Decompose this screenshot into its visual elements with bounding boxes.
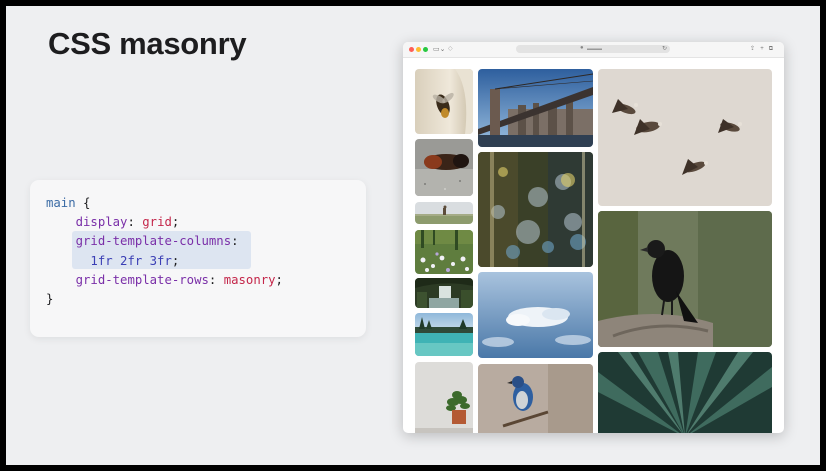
- browser-toolbar: ▭⌄ ◇ ● ▬▬▬ ↻ ⇪+⧉: [403, 42, 784, 58]
- code-property: grid-template-columns: [75, 234, 232, 249]
- photo-jay[interactable]: [478, 364, 593, 433]
- sidebar-icon[interactable]: ▭⌄: [433, 45, 445, 53]
- tabs-icon[interactable]: ⧉: [769, 46, 778, 52]
- photo-agave[interactable]: [598, 352, 772, 433]
- plus-icon[interactable]: +: [760, 46, 769, 52]
- code-property: grid-template-rows: [75, 272, 209, 287]
- url-placeholder: ▬▬▬: [587, 46, 602, 52]
- code-property: display: [75, 215, 128, 230]
- code-value: masonry: [223, 272, 276, 287]
- reload-icon[interactable]: ↻: [662, 45, 667, 52]
- code-close-brace: }: [46, 291, 54, 306]
- photo-waterfall[interactable]: [415, 278, 473, 308]
- photo-bokeh[interactable]: [478, 152, 593, 267]
- photo-lake[interactable]: [415, 313, 473, 356]
- code-line-columns: grid-template-columns:: [75, 234, 239, 249]
- code-card: main { display: grid; grid-template-colu…: [30, 180, 366, 337]
- photo-bridge[interactable]: [478, 69, 593, 147]
- code-line-close: }: [46, 290, 283, 309]
- code-value: grid: [142, 215, 172, 230]
- close-window-button[interactable]: [409, 47, 414, 52]
- photo-bee[interactable]: [415, 69, 473, 134]
- photo-clouds[interactable]: [478, 272, 593, 358]
- photo-plant-pot[interactable]: [415, 362, 473, 433]
- browser-window: ▭⌄ ◇ ● ▬▬▬ ↻ ⇪+⧉: [403, 42, 784, 433]
- code-value: 1fr 2fr 3fr: [90, 253, 172, 268]
- photo-deer-field[interactable]: [415, 202, 473, 224]
- photo-caterpillar[interactable]: [415, 139, 473, 196]
- address-bar[interactable]: ● ▬▬▬ ↻: [516, 45, 670, 53]
- code-block: main { display: grid; grid-template-colu…: [46, 194, 283, 309]
- lock-icon: ●: [580, 45, 584, 51]
- photo-pelicans[interactable]: [598, 69, 772, 206]
- zoom-window-button[interactable]: [423, 47, 428, 52]
- code-open-brace: {: [75, 196, 91, 210]
- share-icon[interactable]: ⇪: [750, 46, 760, 52]
- shield-icon[interactable]: ◇: [448, 45, 453, 52]
- code-line-rows: grid-template-rows: masonry;: [75, 272, 283, 287]
- minimize-window-button[interactable]: [416, 47, 421, 52]
- toolbar-icons: ⇪+⧉: [750, 45, 778, 53]
- photo-wildflowers[interactable]: [415, 230, 473, 274]
- code-line-selector: main {: [46, 194, 283, 213]
- code-selector: main: [46, 196, 76, 210]
- slide: CSS masonry main { display: grid; grid-t…: [6, 6, 820, 465]
- code-line-display: display: grid;: [75, 215, 180, 230]
- code-line-columns-value: 1fr 2fr 3fr;: [90, 253, 180, 268]
- photo-crow[interactable]: [598, 211, 772, 347]
- slide-title: CSS masonry: [48, 26, 247, 61]
